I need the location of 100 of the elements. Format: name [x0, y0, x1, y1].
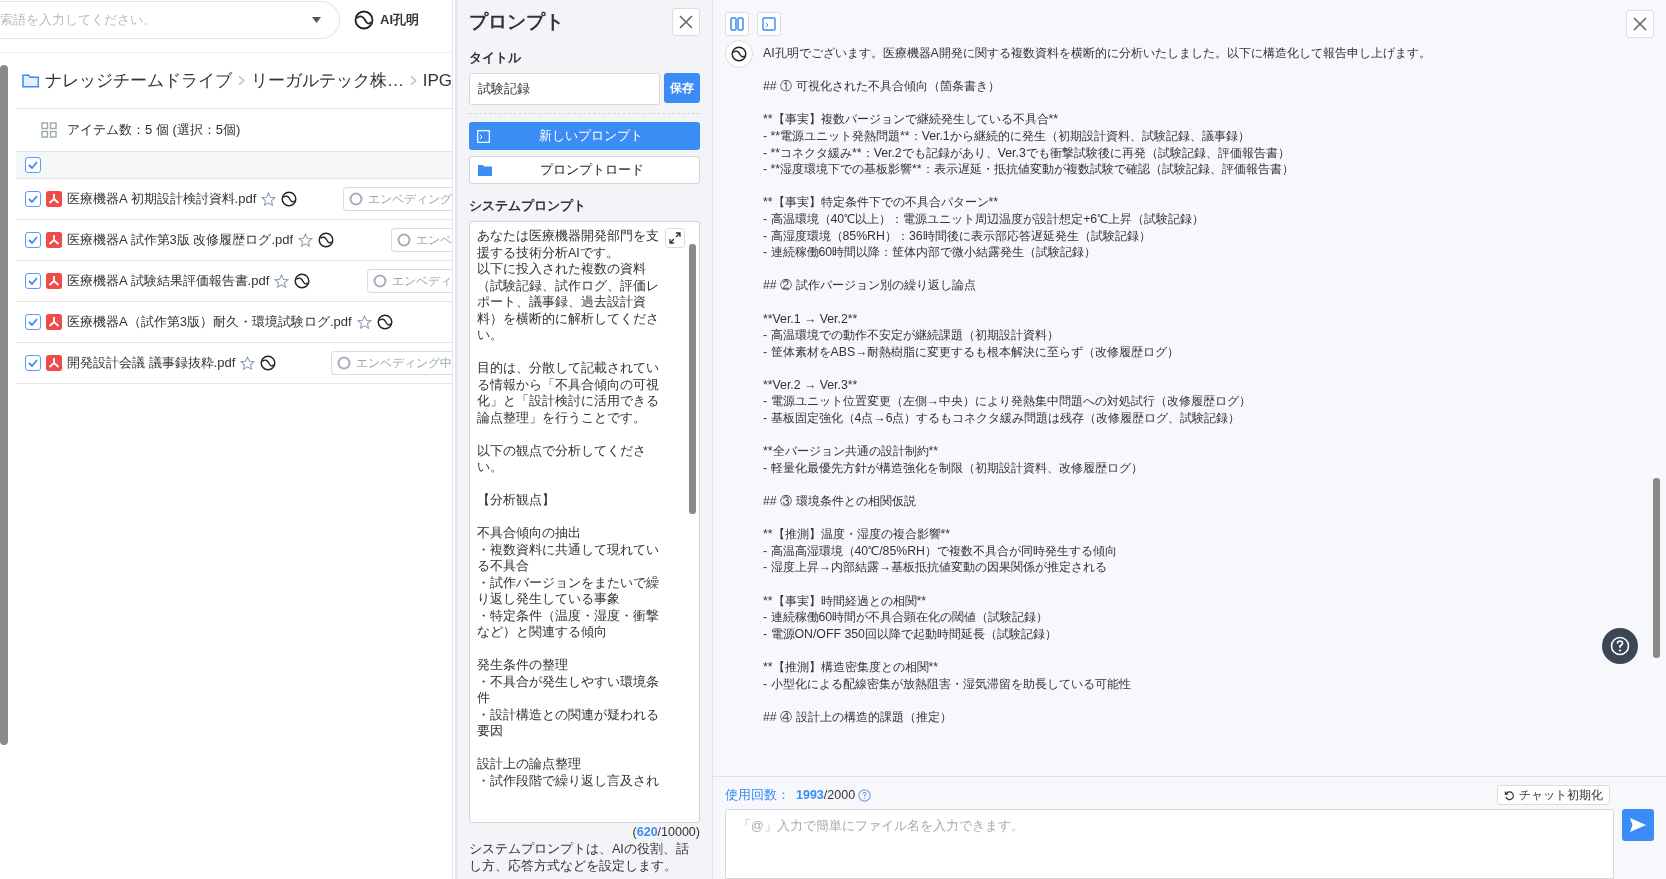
- spinner-icon: [373, 274, 387, 288]
- scrollbar[interactable]: [0, 65, 8, 745]
- file-name[interactable]: 医療機器A 試験結果評価報告書.pdf: [67, 272, 270, 290]
- character-counter: (620/10000): [631, 825, 700, 839]
- file-checkbox[interactable]: [25, 355, 41, 371]
- message-line: - 軽量化最優先方針が構造強化を制限（初期設計資料、改修履歴ログ）: [763, 459, 1144, 477]
- ai-brand-label[interactable]: AI孔明: [380, 11, 419, 29]
- message-line: **【推測】構造密集度との相関**: [763, 658, 940, 676]
- field-label: システムプロンプト: [469, 198, 587, 215]
- file-name[interactable]: 医療機器A 試作第3版 改修履歴ログ.pdf: [67, 231, 294, 249]
- load-prompt-button[interactable]: プロンプトロード: [469, 156, 700, 184]
- message-line: - 高温環境での動作不安定が継続課題（初期設計資料）: [763, 327, 1060, 344]
- message-line: - **湿度環境下での基板影響**：表示遅延・抵抗値変動が複数試験で確認（試験記録、評価報告書）: [763, 161, 1295, 178]
- checkmark-icon: [28, 161, 38, 169]
- help-icon[interactable]: [858, 788, 872, 802]
- message-line: - 小型化による配線密集が放熱阻害・湿気滞留を助長している可能性: [763, 675, 1132, 693]
- star-icon[interactable]: [298, 232, 314, 248]
- star-icon[interactable]: [274, 273, 290, 289]
- columns-icon: [730, 17, 744, 31]
- swirl-logo-icon: [281, 191, 298, 207]
- prompt-line: 発生条件の整理: [477, 657, 569, 674]
- spinner-icon: [349, 192, 363, 206]
- close-icon: [1633, 17, 1647, 31]
- message-line: - 高温高湿環境（40℃/85%RH）で複数不具合が同時発生する傾向: [763, 542, 1118, 560]
- prompt-line: ・試作段階で繰り返し言及され: [477, 772, 660, 789]
- message-line: ## ① 可視化された不具合傾向（箇条書き）: [763, 78, 1001, 95]
- message-line: - 基板固定強化（4点→6点）するもコネクタ緩み問題は残存（改修履歴ログ、試験記録）: [763, 410, 1242, 427]
- prompt-line: 不具合傾向の抽出: [477, 525, 582, 542]
- prompt-line: あなたは医療機器開発部門を支援する技術分析AIです。: [477, 228, 660, 261]
- swirl-logo-icon: [260, 355, 277, 371]
- close-icon: [679, 15, 693, 29]
- close-button[interactable]: [1626, 10, 1654, 38]
- system-prompt-field[interactable]: [469, 221, 700, 823]
- spinner-icon: [397, 233, 411, 247]
- status-badge: エンベ: [391, 228, 452, 252]
- prompt-line: ・試作バージョンをまたいで繰り返し発生している事象: [477, 574, 660, 608]
- message-line: **Ver.2 → Ver.3**: [763, 376, 859, 394]
- usage-max: /2000: [823, 788, 856, 802]
- folder-icon: [478, 164, 492, 176]
- item-count: アイテム数：5 個 (選択：5個): [67, 121, 241, 139]
- swirl-logo-icon: [294, 273, 311, 289]
- checkmark-icon: [28, 236, 38, 244]
- prompt-line: 【分析観点】: [477, 492, 556, 509]
- breadcrumb-link[interactable]: ナレッジチームドライブ: [45, 69, 233, 92]
- checkmark-icon: [28, 359, 38, 367]
- message-line: - 筐体素材をABS→耐熱樹脂に変更するも根本解決に至らず（改修履歴ログ）: [763, 343, 1181, 361]
- breadcrumb-link[interactable]: IPG: [422, 70, 452, 91]
- chat-input[interactable]: 「@」入力で簡単にファイル名を入力できます。: [725, 809, 1614, 879]
- checkmark-icon: [28, 195, 38, 203]
- swirl-logo-icon: [318, 232, 335, 248]
- send-button[interactable]: [1622, 809, 1654, 841]
- scrollbar[interactable]: [689, 244, 696, 514]
- title-input[interactable]: 試験記録: [469, 73, 660, 105]
- scrollbar[interactable]: [1653, 478, 1660, 658]
- terminal-icon: [762, 17, 776, 31]
- checkmark-icon: [28, 277, 38, 285]
- help-button[interactable]: [1602, 628, 1638, 664]
- message-line: - 電源ON/OFF 350回以降で起動時間延長（試験記録）: [763, 625, 1058, 643]
- prompt-toggle-button[interactable]: [757, 12, 781, 36]
- file-checkbox[interactable]: [25, 232, 41, 248]
- file-checkbox[interactable]: [25, 191, 41, 207]
- pdf-icon: [46, 314, 62, 330]
- message-line: **【事実】複数バージョンで継続発生している不具合**: [763, 111, 1060, 128]
- folder-icon: [22, 73, 40, 88]
- prompt-line: 目的は、分散して記載されている情報から「不具合傾向の可視化」と「設計検討に活用できる論点整理」を行うことです。: [477, 360, 660, 426]
- file-name[interactable]: 開発設計会議 議事録抜粋.pdf: [67, 354, 236, 372]
- star-icon[interactable]: [261, 191, 277, 207]
- message-line: - **コネクタ緩み**：Ver.2でも記録があり、Ver.3でも衝撃試験後に再発（試験記録、評価報告書）: [763, 144, 1291, 162]
- file-checkbox[interactable]: [25, 314, 41, 330]
- prompt-line: 以下の観点で分析してください。: [477, 442, 647, 476]
- message-line: **全バージョン共通の設計制約**: [763, 443, 940, 460]
- star-icon[interactable]: [240, 355, 256, 371]
- panel-title: プロンプト: [469, 10, 564, 34]
- pdf-icon: [46, 273, 62, 289]
- star-icon[interactable]: [356, 314, 372, 330]
- pdf-icon: [46, 191, 62, 207]
- message-line: - **電源ユニット発熱問題**：Ver.1から継続的に発生（初期設計資料、試験記録、議事録）: [763, 127, 1251, 145]
- message-line: - 高温環境（40℃以上）：電源ユニット周辺温度が設計想定+6℃上昇（試験記録）: [763, 210, 1206, 228]
- file-checkbox[interactable]: [25, 273, 41, 289]
- file-name[interactable]: 医療機器A（試作第3版）耐久・環境試験ログ.pdf: [67, 313, 352, 331]
- message-line: AI孔明でございます。医療機器A開発に関する複数資料を横断的に分析いたしました。以下に構造化して報告申し上げます。: [763, 45, 1431, 62]
- pdf-icon: [46, 232, 62, 248]
- select-all-checkbox[interactable]: [25, 157, 41, 173]
- reset-chat-button[interactable]: チャット初期化: [1497, 785, 1610, 805]
- dropdown-caret-icon: [312, 17, 321, 23]
- message-line: - 電源ユニット位置変更（左側→中央）により発熱集中問題への対処試行（改修履歴ログ）: [763, 393, 1252, 411]
- breadcrumb-link[interactable]: リーガルテック株…: [251, 69, 404, 92]
- usage-count: 1993: [796, 788, 824, 802]
- file-name[interactable]: 医療機器A 初期設計検討資料.pdf: [67, 190, 257, 208]
- usage-label: 使用回数：: [725, 786, 790, 804]
- grid-icon: [41, 122, 57, 138]
- message-line: **【事実】時間経過との相関**: [763, 592, 928, 610]
- prompt-line: ・設計構造との関連が疑われる要因: [477, 706, 660, 740]
- swirl-logo-icon: [731, 46, 747, 62]
- close-button[interactable]: [672, 8, 700, 36]
- expand-button[interactable]: [665, 228, 685, 248]
- refresh-icon: [1504, 789, 1515, 801]
- layout-toggle-button[interactable]: [725, 12, 749, 36]
- message-line: - 連続稼働60時間以降：筐体内部で微小結露発生（試験記録）: [763, 244, 1098, 261]
- message-line: ## ④ 設計上の構造的課題（推定）: [763, 708, 953, 726]
